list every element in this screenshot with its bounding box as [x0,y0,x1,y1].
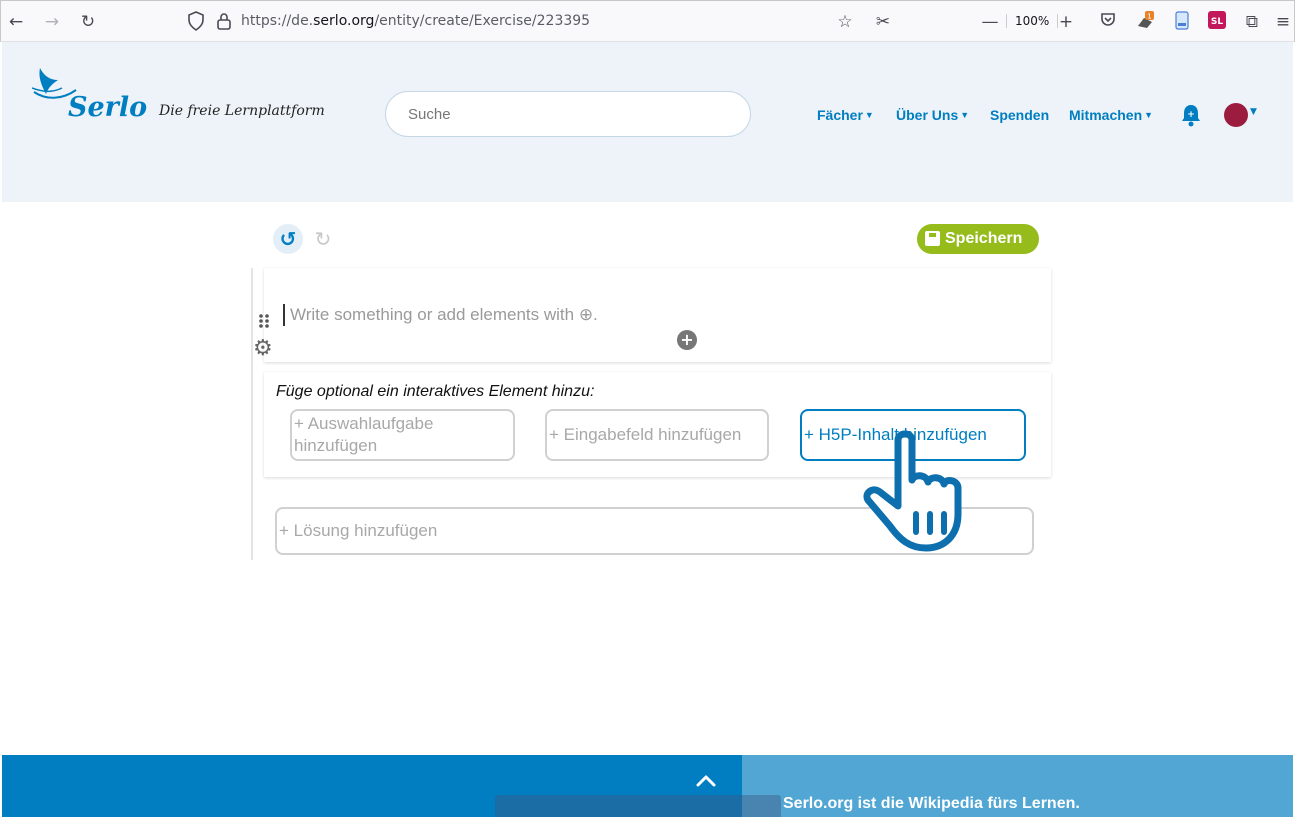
footer-tagline: Serlo.org ist die Wikipedia fürs Lernen. [783,795,1080,812]
add-element-icon[interactable]: + [677,330,697,350]
serlo-logo-text[interactable]: Serlo [68,92,147,123]
caret-down-icon: ▼ [960,110,970,120]
shield-icon[interactable] [185,11,207,33]
text-placeholder[interactable]: Write something or add elements with ⊕. [290,305,598,325]
zoom-in-icon[interactable]: + [1055,11,1077,33]
header-wave [2,160,1293,198]
zoom-level[interactable]: 100% [1006,14,1059,28]
pocket-icon[interactable] [1097,11,1119,33]
svg-text:1: 1 [1147,13,1151,21]
url-bar[interactable]: https://de.serlo.org/entity/create/Exerc… [241,13,590,29]
interactive-element-label: Füge optional ein interaktives Element h… [276,383,595,400]
undo-button[interactable]: ↺ [273,224,303,254]
drag-handle-icon[interactable] [258,313,270,329]
nav-ueber-uns[interactable]: Über Uns ▼ [896,107,969,123]
editor-left-border [251,268,253,560]
caret-down-icon: ▼ [864,110,874,120]
hand-pointer-icon [860,428,972,552]
sl-extension-icon[interactable]: SL [1206,11,1228,33]
zoom-out-icon[interactable]: — [979,11,1001,33]
browser-toolbar: ← → ↻ https://de.serlo.org/entity/create… [0,0,1295,42]
text-cursor [283,304,285,326]
back-arrow-icon[interactable]: ← [5,11,27,33]
notification-bell-icon[interactable]: + [1180,103,1202,127]
puzzle-extensions-icon[interactable]: ⧉ [1241,11,1263,33]
logo-subtitle: Die freie Lernplattform [159,103,325,119]
add-input-field-button[interactable]: + Eingabefeld hinzufügen [545,409,769,461]
menu-hamburger-icon[interactable]: ≡ [1274,11,1292,33]
reload-icon[interactable]: ↻ [77,11,99,33]
search-input[interactable]: Suche [385,91,751,137]
screenshot-icon[interactable]: ✂ [872,11,894,33]
svg-text:+: + [1187,110,1195,120]
lock-icon[interactable] [213,11,235,33]
avatar-caret-icon[interactable]: ▼ [1250,107,1257,117]
scroll-top-chevron-icon[interactable] [693,770,719,790]
add-multiple-choice-button[interactable]: + Auswahlaufgabe hinzufügen [290,409,515,461]
redo-button[interactable]: ↻ [310,224,336,254]
floppy-disk-icon [925,231,940,246]
nav-faecher[interactable]: Fächer ▼ [817,107,874,123]
caret-down-icon: ▼ [1144,110,1154,120]
gear-icon[interactable]: ⚙ [253,337,277,361]
save-button[interactable]: Speichern [917,224,1039,254]
nav-mitmachen[interactable]: Mitmachen ▼ [1069,107,1153,123]
user-avatar[interactable] [1224,103,1248,127]
forward-arrow-icon[interactable]: → [41,11,63,33]
svg-text:SL: SL [1211,17,1223,27]
nav-spenden[interactable]: Spenden [990,107,1049,123]
bookmark-star-icon[interactable]: ☆ [834,11,856,33]
document-extension-icon[interactable] [1171,11,1193,33]
formatting-toolbar [495,795,781,817]
extension-icon[interactable]: 1 [1134,11,1156,33]
